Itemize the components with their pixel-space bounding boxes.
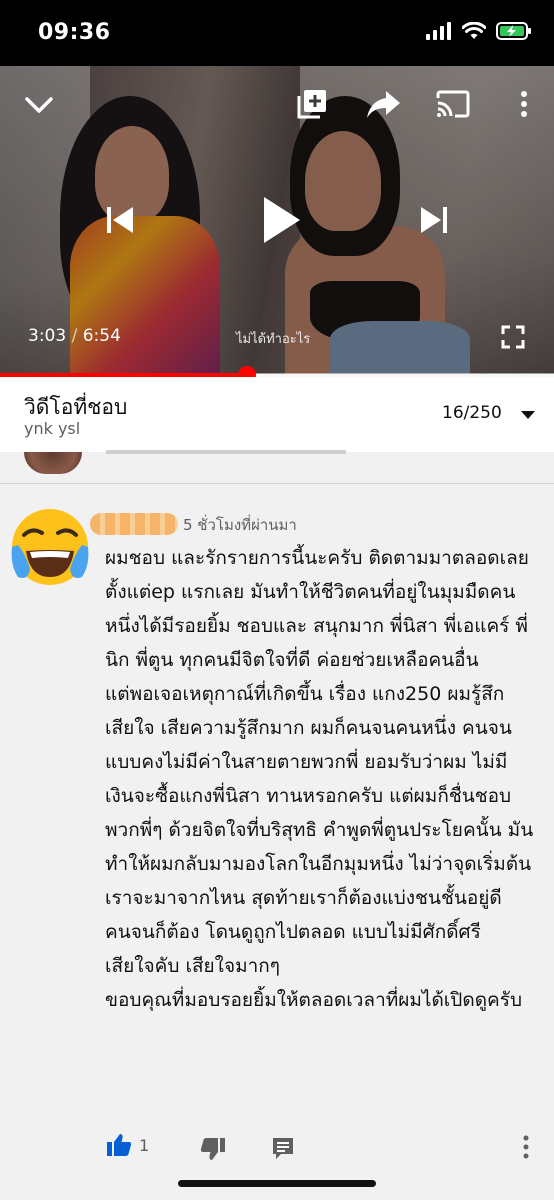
- playlist-channel: ynk ysl: [24, 419, 81, 438]
- more-options-button[interactable]: [510, 86, 538, 122]
- video-player[interactable]: 3:03 / 6:54 ไม่ได้ทำอะไร: [0, 66, 554, 374]
- comment-author-badge[interactable]: [90, 513, 178, 535]
- video-caption: ไม่ได้ทำอะไร: [236, 332, 311, 347]
- comment-text: ผมชอบ และรักรายการนี้นะครับ ติดตามมาตลอด…: [105, 541, 535, 1017]
- expand-playlist-icon[interactable]: [520, 410, 536, 420]
- play-icon: [264, 197, 300, 243]
- home-indicator[interactable]: [178, 1180, 376, 1187]
- previous-button[interactable]: [102, 200, 138, 240]
- like-button[interactable]: [106, 1133, 132, 1161]
- minimize-button[interactable]: [22, 88, 56, 122]
- divider: [0, 483, 554, 484]
- comment-paragraph: ขอบคุณที่มอบรอยยิ้มให้ตลอดเวลาที่ผมได้เป…: [105, 989, 523, 1011]
- fullscreen-button[interactable]: [498, 322, 528, 352]
- playlist-position: 16/250: [442, 403, 502, 423]
- thumb-down-icon: [200, 1138, 225, 1160]
- like-count: 1: [139, 1136, 150, 1155]
- comment-paragraph: ผมชอบ และรักรายการนี้นะครับ ติดตามมาตลอด…: [105, 547, 529, 671]
- thumb-up-icon: [107, 1134, 132, 1156]
- playback-time: 3:03 / 6:54: [28, 326, 121, 346]
- share-button[interactable]: [364, 86, 404, 122]
- skip-previous-icon: [107, 207, 133, 233]
- cast-button[interactable]: [434, 86, 472, 122]
- playlist-panel[interactable]: วิดีโอที่ชอบ ynk ysl 16/250: [0, 377, 554, 452]
- add-to-playlist-button[interactable]: [294, 86, 330, 122]
- play-button[interactable]: [254, 192, 308, 248]
- share-icon: [367, 91, 400, 118]
- comment-paragraph: แต่พอเจอเหตุกาณ์ที่เกิดขึ้น เรื่อง แกง25…: [105, 683, 534, 943]
- dislike-button[interactable]: [200, 1137, 226, 1165]
- more-vert-icon: [523, 1135, 529, 1159]
- wifi-icon: [462, 22, 486, 39]
- face-with-tears-of-joy-icon[interactable]: [8, 505, 92, 589]
- time-separator: /: [71, 326, 78, 346]
- more-vert-icon: [521, 91, 527, 117]
- comment-icon: [273, 1138, 293, 1159]
- battery-charging-icon: [496, 22, 531, 40]
- status-icons: [426, 22, 532, 40]
- cellular-signal-icon: [426, 22, 451, 40]
- chevron-down-icon: [25, 97, 53, 113]
- fullscreen-icon: [501, 325, 525, 349]
- previous-comment-avatar[interactable]: [24, 452, 82, 474]
- current-time: 3:03: [28, 326, 67, 346]
- status-bar: 09:36: [0, 0, 554, 66]
- previous-comment-text: [106, 450, 346, 454]
- next-button[interactable]: [416, 200, 452, 240]
- add-to-playlist-icon: [297, 90, 326, 119]
- comment-timestamp: 5 ชั่วโมงที่ผ่านมา: [183, 516, 297, 534]
- duration: 6:54: [82, 326, 121, 346]
- status-time: 09:36: [38, 20, 111, 45]
- skip-next-icon: [421, 207, 447, 233]
- reply-button[interactable]: [271, 1136, 295, 1164]
- comment-more-button[interactable]: [522, 1135, 530, 1163]
- comment-paragraph: เสียใจคับ เสียใจมากๆ: [105, 955, 280, 977]
- cast-icon: [436, 90, 470, 118]
